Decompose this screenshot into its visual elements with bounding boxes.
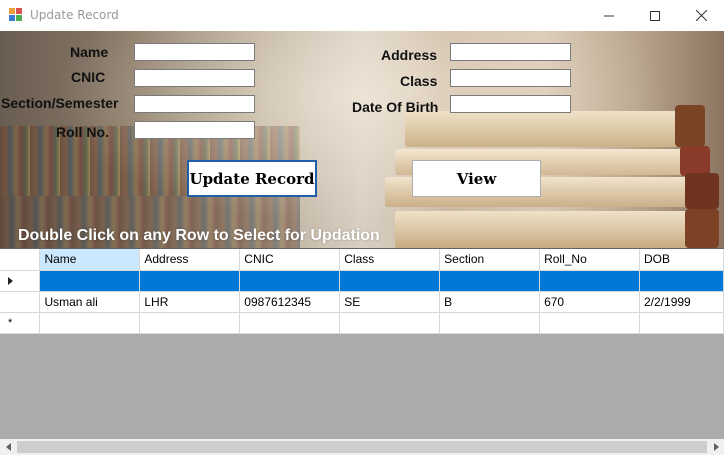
cell-class[interactable] [339, 270, 441, 292]
header-row: Name Address CNIC Class Section Roll_No … [0, 249, 724, 271]
class-input[interactable] [450, 69, 571, 87]
title-bar: Update Record [0, 0, 724, 31]
minimize-button[interactable] [586, 0, 632, 31]
cell-section[interactable] [439, 270, 541, 292]
new-row-marker: * [8, 316, 13, 329]
roll-no-input[interactable] [134, 121, 255, 139]
cell-cnic[interactable]: 0987612345 [239, 291, 341, 313]
cell-dob[interactable] [639, 270, 724, 292]
address-label: Address [381, 47, 438, 63]
records-table: Name Address CNIC Class Section Roll_No … [0, 249, 724, 334]
cnic-input[interactable] [134, 69, 255, 87]
corner-header-cell[interactable] [0, 249, 41, 271]
cell-dob[interactable]: 2/2/1999 [639, 291, 724, 313]
close-button[interactable] [678, 0, 724, 31]
column-header-section[interactable]: Section [439, 249, 541, 271]
chevron-left-icon [5, 443, 11, 451]
row-header-cell[interactable]: * [0, 312, 41, 334]
window-title: Update Record [30, 8, 119, 22]
cell-dob[interactable] [639, 312, 724, 334]
address-input[interactable] [450, 43, 571, 61]
cell-cnic[interactable] [239, 312, 341, 334]
column-header-name[interactable]: Name [39, 249, 141, 271]
cell-name[interactable] [39, 312, 141, 334]
close-icon [695, 10, 707, 21]
class-label: Class [400, 73, 438, 89]
minimize-icon [604, 15, 614, 16]
name-label: Name [70, 44, 109, 60]
cell-address[interactable] [139, 270, 241, 292]
cell-roll-no[interactable]: 670 [539, 291, 640, 313]
cell-name[interactable] [39, 270, 141, 292]
update-record-button[interactable]: Update Record [187, 160, 317, 197]
current-row-arrow-icon [8, 276, 13, 285]
instruction-text: Double Click on any Row to Select for Up… [18, 227, 380, 244]
cell-address[interactable] [139, 312, 241, 334]
app-icon [9, 8, 23, 22]
cell-roll-no[interactable] [539, 270, 640, 292]
horizontal-scrollbar[interactable] [0, 439, 724, 455]
roll-no-label: Roll No. [56, 124, 109, 140]
row-header-cell[interactable] [0, 291, 41, 313]
column-header-roll-no[interactable]: Roll_No [539, 249, 640, 271]
table-row[interactable] [0, 270, 724, 292]
cell-cnic[interactable] [239, 270, 341, 292]
table-row[interactable]: Usman ali LHR 0987612345 SE B 670 2/2/19… [0, 291, 724, 313]
column-header-dob[interactable]: DOB [639, 249, 724, 271]
column-header-class[interactable]: Class [339, 249, 441, 271]
column-header-address[interactable]: Address [139, 249, 241, 271]
section-semester-input[interactable] [134, 95, 255, 113]
view-button[interactable]: View [412, 160, 541, 197]
date-of-birth-label: Date Of Birth [352, 99, 439, 115]
cell-roll-no[interactable] [539, 312, 640, 334]
scroll-left-arrow[interactable] [0, 439, 17, 455]
form-background: Name CNIC Section/Semester Roll No. Addr… [0, 31, 724, 248]
cell-section[interactable] [439, 312, 541, 334]
section-semester-label: Section/Semester [1, 95, 119, 111]
cell-name[interactable]: Usman ali [39, 291, 141, 313]
cnic-label: CNIC [71, 69, 106, 85]
cell-class[interactable] [339, 312, 441, 334]
cell-class[interactable]: SE [339, 291, 441, 313]
column-header-cnic[interactable]: CNIC [239, 249, 341, 271]
update-record-window: Update Record Name CNIC Section/Semester… [0, 0, 724, 455]
cell-address[interactable]: LHR [139, 291, 241, 313]
records-grid[interactable]: Name Address CNIC Class Section Roll_No … [0, 248, 724, 439]
date-of-birth-input[interactable] [450, 95, 571, 113]
new-row[interactable]: * [0, 312, 724, 334]
maximize-button[interactable] [632, 0, 678, 31]
row-header-cell[interactable] [0, 270, 41, 292]
cell-section[interactable]: B [439, 291, 541, 313]
scroll-right-arrow[interactable] [707, 439, 724, 455]
maximize-icon [650, 10, 660, 21]
scrollbar-thumb[interactable] [17, 441, 707, 453]
chevron-right-icon [713, 443, 719, 451]
name-input[interactable] [134, 43, 255, 61]
